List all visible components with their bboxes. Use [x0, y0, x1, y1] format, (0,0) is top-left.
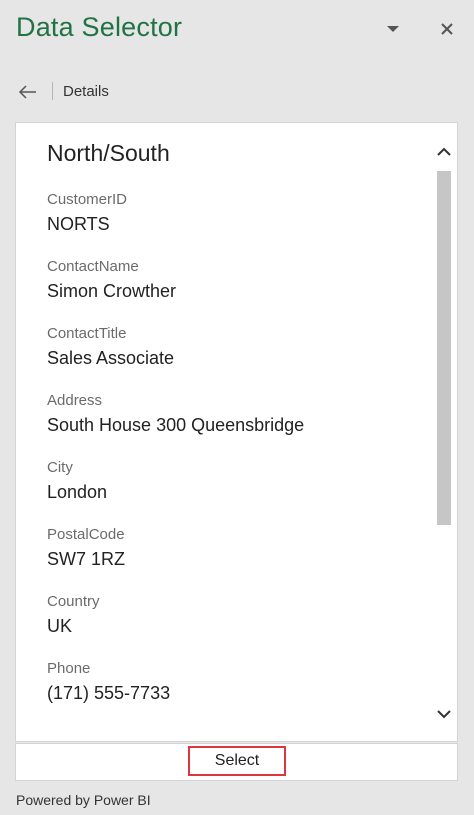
field-contactname: ContactName Simon Crowther: [47, 258, 427, 303]
field-customerid: CustomerID NORTS: [47, 191, 427, 236]
details-content: North/South CustomerID NORTS ContactName…: [47, 139, 427, 727]
field-value: SW7 1RZ: [47, 549, 126, 569]
nav-row: Details: [0, 74, 474, 110]
record-title: North/South: [47, 140, 170, 166]
breadcrumb: Details: [63, 83, 109, 100]
vertical-scrollbar[interactable]: [431, 123, 457, 741]
field-label: ContactTitle: [47, 325, 127, 342]
field-label: PostalCode: [47, 526, 125, 543]
field-address: Address South House 300 Queensbridge: [47, 392, 427, 437]
chevron-down-icon: [437, 710, 451, 719]
footer-bar: Select: [15, 743, 458, 781]
details-card: North/South CustomerID NORTS ContactName…: [15, 122, 458, 742]
back-button[interactable]: [16, 80, 40, 104]
select-button[interactable]: Select: [188, 746, 286, 776]
field-value: UK: [47, 616, 73, 636]
close-icon: [441, 23, 453, 35]
field-label: City: [47, 459, 73, 476]
scroll-up-button[interactable]: [435, 143, 453, 161]
field-value: South House 300 Queensbridge: [47, 415, 305, 435]
field-label: ContactName: [47, 258, 139, 275]
field-city: City London: [47, 459, 427, 504]
field-phone: Phone (171) 555-7733: [47, 660, 427, 705]
field-label: Phone: [47, 660, 91, 677]
scroll-down-button[interactable]: [435, 705, 453, 723]
field-label: Address: [47, 392, 103, 409]
field-value: Simon Crowther: [47, 281, 177, 301]
field-label: CustomerID: [47, 191, 128, 208]
field-contacttitle: ContactTitle Sales Associate: [47, 325, 427, 370]
scroll-thumb[interactable]: [437, 171, 451, 525]
chevron-up-icon: [437, 147, 451, 156]
arrow-left-icon: [18, 85, 36, 99]
field-label: Country: [47, 593, 100, 610]
field-country: Country UK: [47, 593, 427, 638]
field-postalcode: PostalCode SW7 1RZ: [47, 526, 427, 571]
field-value: (171) 555-7733: [47, 683, 171, 703]
powered-by-label: Powered by Power BI: [16, 792, 151, 808]
field-value: London: [47, 482, 108, 502]
pane-header: Data Selector: [0, 0, 474, 60]
pane-options-button[interactable]: [380, 16, 406, 42]
field-value: NORTS: [47, 214, 110, 234]
pane-title: Data Selector: [16, 12, 183, 42]
close-button[interactable]: [434, 16, 460, 42]
nav-divider: [52, 82, 53, 100]
field-value: Sales Associate: [47, 348, 175, 368]
caret-down-icon: [387, 26, 399, 32]
